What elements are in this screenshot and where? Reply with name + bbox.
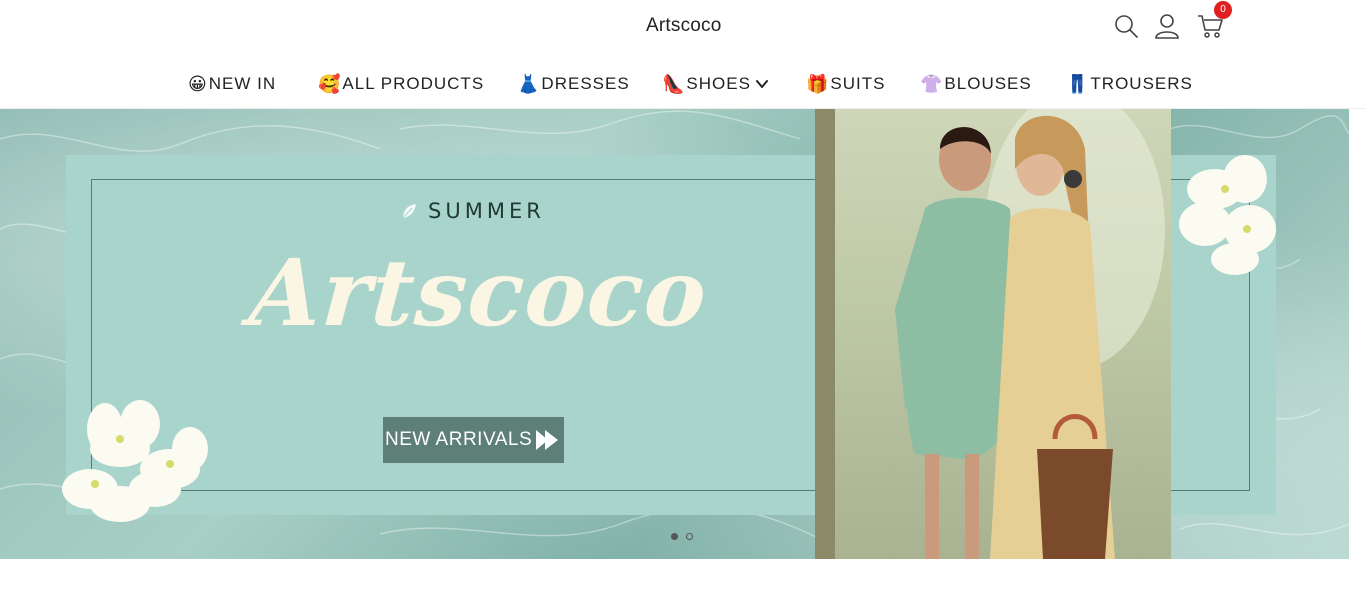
new-arrivals-button[interactable]: NEW ARRIVALS: [383, 417, 564, 463]
hero-brand-script: Artscoco: [246, 239, 711, 347]
nav-item-shoes[interactable]: 👠 SHOES: [662, 66, 769, 102]
flowers-decoration-right: [1179, 155, 1276, 275]
gift-emoji-icon: 🎁: [806, 73, 830, 95]
hero-model-photo: [815, 109, 1171, 559]
carousel-dot-1[interactable]: [671, 533, 678, 540]
hero-banner[interactable]: SUMMER Artscoco NEW ARRIVALS: [0, 109, 1349, 559]
play-arrow-icon: [536, 430, 559, 450]
search-icon[interactable]: [1112, 12, 1140, 40]
nav-item-blouses[interactable]: 👚 BLOUSES: [920, 66, 1032, 102]
smile-emoji-icon: 😀: [188, 73, 208, 95]
cart-count-badge: 0: [1214, 1, 1232, 19]
nav-item-label: SHOES: [686, 74, 751, 93]
nav-item-label: ALL PRODUCTS: [342, 74, 485, 93]
hero-kicker: SUMMER: [400, 199, 545, 223]
nav-item-label: TROUSERS: [1090, 74, 1193, 93]
new-arrivals-label: NEW ARRIVALS: [385, 429, 533, 450]
hero-kicker-text: SUMMER: [428, 199, 545, 223]
models-illustration: [895, 109, 1165, 559]
nav-item-suits[interactable]: 🎁 SUITS: [806, 66, 885, 102]
dress-emoji-icon: 👗: [517, 73, 541, 95]
site-logo[interactable]: Artscoco: [646, 15, 722, 37]
nav-item-dresses[interactable]: 👗 DRESSES: [517, 66, 630, 102]
flowers-decoration-left: [62, 400, 208, 522]
nav-item-all-products[interactable]: 🥰 ALL PRODUCTS: [318, 66, 484, 102]
nav-item-label: SUITS: [830, 74, 886, 93]
chevron-down-icon[interactable]: [755, 77, 769, 91]
leaf-icon: [402, 204, 416, 219]
nav-item-label: BLOUSES: [944, 74, 1032, 93]
photo-edge: [815, 109, 835, 559]
account-icon[interactable]: [1153, 12, 1181, 40]
heart-eyes-emoji-icon: 🥰: [318, 73, 342, 95]
jeans-emoji-icon: 👖: [1066, 73, 1090, 95]
shoe-emoji-icon: 👠: [662, 73, 686, 95]
site-header: Artscoco 0 😀 NEW IN 🥰 ALL PRODUCTS 👗 DRE…: [0, 0, 1366, 109]
carousel-dots: [671, 533, 693, 540]
nav-item-label: NEW IN: [208, 74, 277, 93]
nav-item-label: DRESSES: [541, 74, 630, 93]
nav-item-new-in[interactable]: 😀 NEW IN: [188, 66, 276, 102]
main-nav: 😀 NEW IN 🥰 ALL PRODUCTS 👗 DRESSES 👠 SHOE…: [0, 66, 1366, 102]
blouse-emoji-icon: 👚: [920, 73, 944, 95]
carousel-dot-2[interactable]: [686, 533, 693, 540]
nav-item-trousers[interactable]: 👖 TROUSERS: [1066, 66, 1193, 102]
